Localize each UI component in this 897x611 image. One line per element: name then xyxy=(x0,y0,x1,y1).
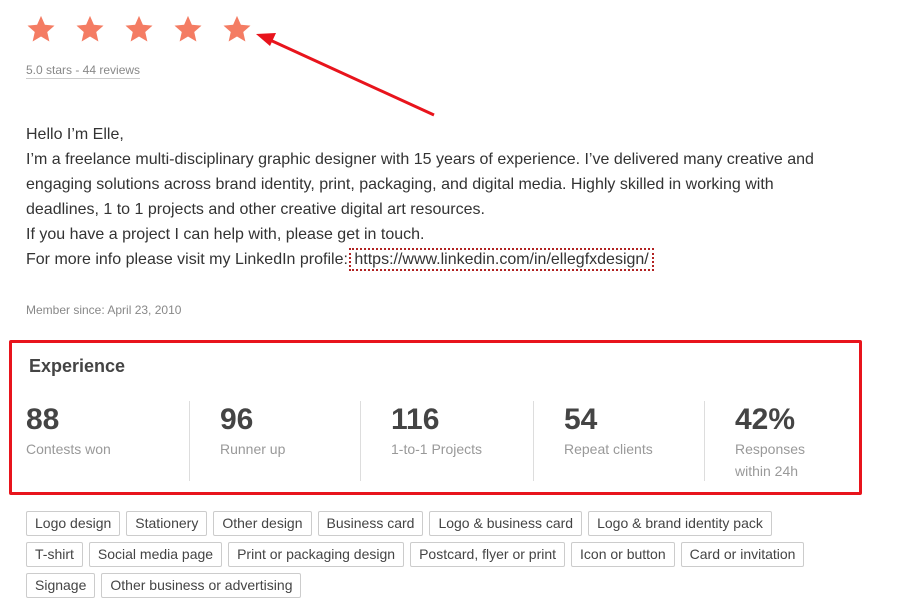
bio-greeting: Hello I’m Elle, xyxy=(26,126,124,143)
tag-card-invitation[interactable]: Card or invitation xyxy=(680,542,805,567)
stat-runner-up: 96 Runner up xyxy=(220,402,310,484)
linkedin-link[interactable]: https://www.linkedin.com/in/ellegfxdesig… xyxy=(349,248,654,271)
stat-responses-24h: 42% Responses within 24h xyxy=(735,402,825,484)
stat-one-to-one-projects: 116 1-to-1 Projects xyxy=(391,402,511,484)
star-icon xyxy=(75,14,105,44)
tag-icon-button[interactable]: Icon or button xyxy=(571,542,675,567)
stat-value: 116 xyxy=(391,403,440,436)
profile-bio: Hello I’m Elle, I’m a freelance multi-di… xyxy=(26,122,846,272)
star-icon xyxy=(222,14,252,44)
stat-value: 54 xyxy=(564,403,598,436)
stat-label: Contests won xyxy=(26,441,111,457)
tag-signage[interactable]: Signage xyxy=(26,573,96,598)
experience-title: Experience xyxy=(29,356,126,376)
stat-divider xyxy=(189,401,190,481)
stat-value: 42% xyxy=(735,403,796,436)
tag-logo-design[interactable]: Logo design xyxy=(26,511,121,536)
stat-contests-won: 88 Contests won xyxy=(26,402,116,484)
stat-repeat-clients: 54 Repeat clients xyxy=(564,402,674,484)
stat-label: 1-to-1 Projects xyxy=(391,441,483,457)
stat-value: 96 xyxy=(220,403,254,436)
tag-print-packaging-design[interactable]: Print or packaging design xyxy=(228,542,405,567)
bio-contact-note: If you have a project I can help with, p… xyxy=(26,226,425,243)
stat-label: Responses within 24h xyxy=(735,441,806,479)
bio-description: I’m a freelance multi-disciplinary graph… xyxy=(26,151,814,218)
star-icon xyxy=(26,14,56,44)
tag-other-design[interactable]: Other design xyxy=(213,511,312,536)
bio-linkedin-line: For more info please visit my LinkedIn p… xyxy=(26,247,846,272)
tag-business-card[interactable]: Business card xyxy=(317,511,424,536)
tag-stationery[interactable]: Stationery xyxy=(126,511,208,536)
tag-logo-business-card[interactable]: Logo & business card xyxy=(429,511,583,536)
tag-logo-brand-identity-pack[interactable]: Logo & brand identity pack xyxy=(588,511,772,536)
tag-t-shirt[interactable]: T-shirt xyxy=(26,542,83,567)
stat-divider xyxy=(360,401,361,481)
tag-other-business-advertising[interactable]: Other business or advertising xyxy=(101,573,302,598)
stat-value: 88 xyxy=(26,403,60,436)
member-since: Member since: April 23, 2010 xyxy=(26,303,182,317)
tag-social-media-page[interactable]: Social media page xyxy=(88,542,223,567)
star-icon xyxy=(173,14,203,44)
star-icon xyxy=(124,14,154,44)
stat-label: Runner up xyxy=(220,441,286,457)
reviews-link[interactable]: 5.0 stars - 44 reviews xyxy=(26,63,141,79)
stat-divider xyxy=(533,401,534,481)
bio-linkedin-prefix: For more info please visit my LinkedIn p… xyxy=(26,251,348,268)
skill-tags: Logo design Stationery Other design Busi… xyxy=(26,511,826,598)
stat-label: Repeat clients xyxy=(564,441,653,457)
tag-postcard-flyer-print[interactable]: Postcard, flyer or print xyxy=(410,542,566,567)
experience-section: Experience 88 Contests won 96 Runner up … xyxy=(9,340,862,495)
stat-divider xyxy=(704,401,705,481)
star-rating xyxy=(26,14,252,44)
